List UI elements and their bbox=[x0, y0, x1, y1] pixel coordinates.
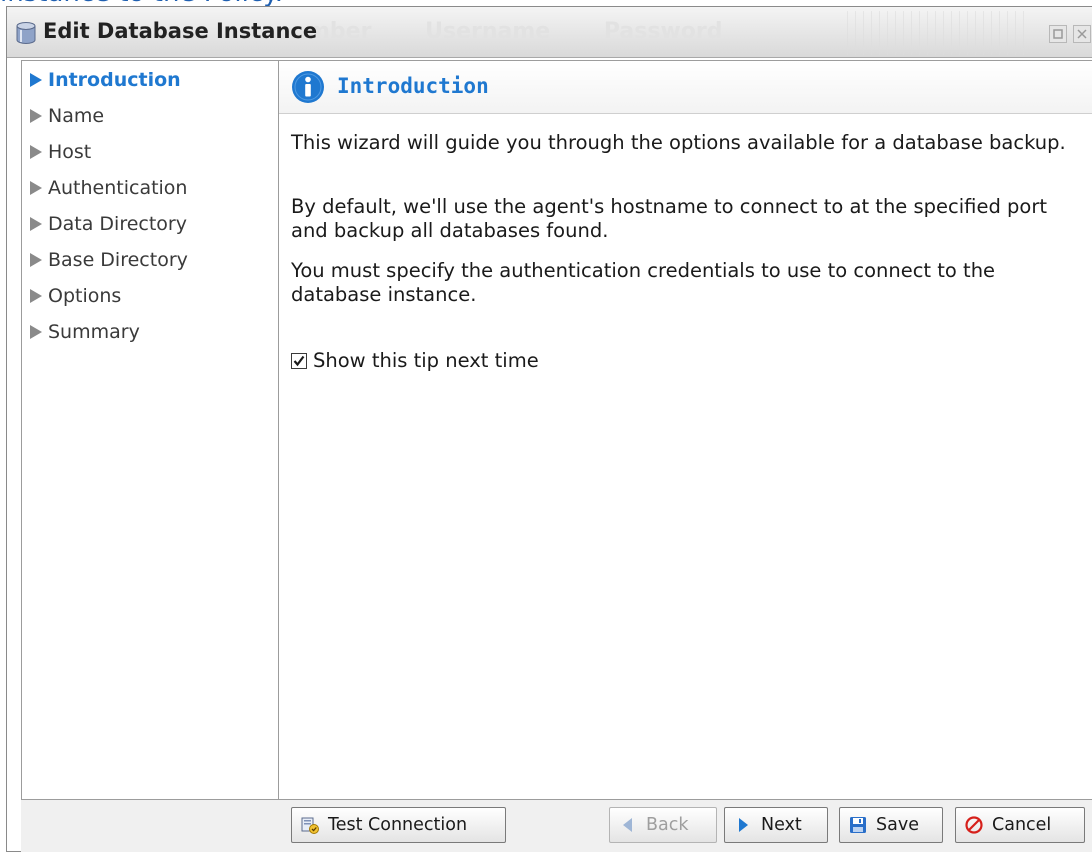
next-button[interactable]: Next bbox=[724, 807, 828, 843]
step-label: Authentication bbox=[48, 177, 188, 199]
show-tip-checkbox[interactable]: Show this tip next time bbox=[291, 349, 539, 372]
test-connection-icon bbox=[301, 817, 319, 834]
wizard-content-panel: Introduction This wizard will guide you … bbox=[279, 60, 1092, 800]
cancel-icon bbox=[965, 816, 983, 834]
show-tip-label: Show this tip next time bbox=[313, 349, 539, 372]
step-label: Name bbox=[48, 105, 105, 127]
step-label: Host bbox=[48, 141, 92, 163]
dialog-title: Edit Database Instance bbox=[43, 19, 318, 43]
dialog-titlebar[interactable]: mber Username Password Edit Database Ins… bbox=[7, 7, 1092, 58]
step-label: Base Directory bbox=[48, 249, 188, 271]
maximize-button[interactable] bbox=[1049, 25, 1067, 43]
test-connection-label: Test Connection bbox=[328, 815, 468, 835]
step-label: Introduction bbox=[48, 69, 181, 91]
content-header: Introduction bbox=[279, 61, 1092, 114]
arrow-right-icon bbox=[30, 253, 42, 267]
arrow-right-icon bbox=[30, 73, 42, 87]
checkmark-icon bbox=[293, 355, 305, 366]
arrow-right-icon bbox=[30, 181, 42, 195]
arrow-right-icon bbox=[30, 325, 42, 339]
next-label: Next bbox=[761, 815, 802, 835]
background-table-header: mber Username Password bbox=[307, 19, 769, 44]
step-authentication[interactable]: Authentication bbox=[30, 173, 187, 203]
arrow-right-icon bbox=[30, 109, 42, 123]
step-label: Options bbox=[48, 285, 122, 307]
floppy-disk-icon bbox=[850, 817, 866, 833]
info-icon bbox=[292, 71, 324, 103]
background-column-username: Username bbox=[425, 19, 551, 44]
content-title: Introduction bbox=[337, 74, 489, 98]
back-label: Back bbox=[646, 815, 689, 835]
step-label: Summary bbox=[48, 321, 140, 343]
close-icon bbox=[1077, 29, 1087, 39]
database-icon bbox=[16, 22, 36, 45]
step-label: Data Directory bbox=[48, 213, 187, 235]
arrow-right-icon bbox=[30, 217, 42, 231]
close-button[interactable] bbox=[1073, 25, 1091, 43]
checkbox-box[interactable] bbox=[291, 352, 307, 369]
step-name[interactable]: Name bbox=[30, 101, 104, 131]
test-connection-button[interactable]: Test Connection bbox=[291, 807, 506, 843]
arrow-left-icon bbox=[623, 818, 632, 832]
step-data-directory[interactable]: Data Directory bbox=[30, 209, 187, 239]
intro-paragraph-2: By default, we'll use the agent's hostna… bbox=[291, 195, 1047, 242]
cancel-button[interactable]: Cancel bbox=[955, 807, 1085, 843]
background-texture bbox=[847, 11, 1027, 55]
edit-database-instance-dialog: mber Username Password Edit Database Ins… bbox=[6, 6, 1092, 852]
arrow-right-icon bbox=[30, 289, 42, 303]
maximize-icon bbox=[1053, 29, 1063, 39]
wizard-step-list: Introduction Name Host Authentication Da… bbox=[21, 60, 279, 800]
background-column-password: Password bbox=[603, 19, 723, 44]
arrow-right-icon bbox=[30, 145, 42, 159]
cancel-label: Cancel bbox=[992, 815, 1052, 835]
arrow-right-icon bbox=[739, 818, 748, 832]
intro-paragraph-3: You must specify the authentication cred… bbox=[291, 259, 996, 306]
dialog-footer: Test Connection Back Next Save Cancel bbox=[21, 800, 1092, 852]
intro-paragraph-1: This wizard will guide you through the o… bbox=[291, 131, 1066, 154]
save-button[interactable]: Save bbox=[839, 807, 943, 843]
step-host[interactable]: Host bbox=[30, 137, 91, 167]
back-button[interactable]: Back bbox=[609, 807, 717, 843]
save-label: Save bbox=[876, 815, 919, 835]
step-introduction[interactable]: Introduction bbox=[30, 65, 181, 95]
step-base-directory[interactable]: Base Directory bbox=[30, 245, 188, 275]
step-options[interactable]: Options bbox=[30, 281, 121, 311]
step-summary[interactable]: Summary bbox=[30, 317, 140, 347]
